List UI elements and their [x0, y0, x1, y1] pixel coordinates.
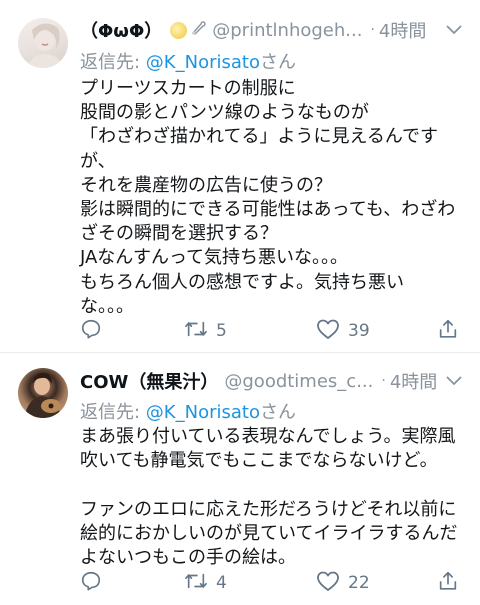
- tweet-text-line: それを農産物の広告に使うの？: [80, 174, 332, 196]
- share-icon: [437, 570, 459, 597]
- tweet-text-line: 股間の影とパンツ線のようなものが: [80, 102, 369, 124]
- reply-mention-link[interactable]: @K_Norisato: [146, 402, 260, 423]
- retweet-count: 4: [216, 573, 227, 593]
- tweet-actions: 4 22: [80, 568, 470, 598]
- like-button[interactable]: 22: [316, 568, 370, 598]
- tweet-header: （ΦωΦ） @printlnhogeh... · 4時間: [80, 15, 466, 45]
- avatar[interactable]: [18, 18, 68, 68]
- timestamp[interactable]: 4時間: [379, 17, 426, 43]
- retweet-button[interactable]: 5: [184, 316, 227, 346]
- retweet-button[interactable]: 4: [184, 568, 227, 598]
- reply-mention-link[interactable]: @K_Norisato: [146, 52, 260, 73]
- chevron-down-icon[interactable]: [442, 18, 466, 42]
- tweet-header: COW（無果汁） @goodtimes_c... · 4時間: [80, 366, 466, 396]
- separator-dot: ·: [381, 373, 386, 389]
- user-handle[interactable]: @printlnhogeh...: [212, 20, 362, 41]
- reply-button[interactable]: [80, 316, 110, 346]
- tweet-text-line: 「わざわざ描かれてる」ように見えるんです: [80, 126, 439, 148]
- reply-icon: [80, 318, 102, 345]
- tweet-text: まあ張り付いている表現なんでしょう。実際風 吹いても静電気でもここまでならないけ…: [80, 425, 472, 570]
- tweet-text-line: まあ張り付いている表現なんでしょう。実際風: [80, 426, 456, 447]
- share-icon: [437, 318, 459, 345]
- reply-prefix: 返信先:: [80, 52, 146, 73]
- heart-icon: [316, 570, 340, 597]
- display-name[interactable]: COW（無果汁）: [80, 368, 218, 394]
- tweet[interactable]: COW（無果汁） @goodtimes_c... · 4時間 返信先: @K_N…: [0, 353, 480, 605]
- full-moon-emoji: [170, 21, 188, 39]
- like-count: 22: [348, 573, 370, 593]
- reply-context: 返信先: @K_Norisatoさん: [80, 48, 296, 74]
- retweet-icon: [184, 318, 208, 345]
- chevron-down-icon[interactable]: [442, 369, 466, 393]
- reply-context: 返信先: @K_Norisatoさん: [80, 398, 296, 424]
- like-button[interactable]: 39: [316, 316, 370, 346]
- retweet-count: 5: [216, 321, 227, 341]
- tweet-text-line: 吹いても静電気でもここまでならないけど。: [80, 450, 438, 472]
- reply-icon: [80, 570, 102, 597]
- timestamp[interactable]: 4時間: [390, 368, 437, 394]
- tweet[interactable]: （ΦωΦ） @printlnhogeh... · 4時間 返信先: @K_Nor…: [0, 0, 480, 352]
- share-button[interactable]: [437, 568, 459, 598]
- user-handle[interactable]: @goodtimes_c...: [224, 371, 373, 392]
- like-count: 39: [348, 321, 370, 341]
- tweet-text-line: ざその瞬間を選択する？: [80, 223, 278, 245]
- reply-prefix: 返信先:: [80, 402, 146, 423]
- tweet-text-line: 影は瞬間的にできる可能性はあっても、わざわ: [80, 198, 456, 220]
- display-name[interactable]: （ΦωΦ）: [80, 17, 162, 43]
- tweet-text-line: JAなんすんって気持ち悪いな。。。: [80, 247, 349, 269]
- tweet-text: プリーツスカートの制服に 股間の影とパンツ線のようなものが 「わざわざ描かれてる…: [80, 77, 472, 319]
- tweet-text-line: もちろん個人の感想ですよ。気持ち悪い: [80, 271, 404, 293]
- tweet-text-line: プリーツスカートの制服に: [80, 78, 296, 99]
- avatar[interactable]: [18, 368, 68, 418]
- heart-icon: [316, 318, 340, 345]
- tweet-text-line: 絵的におかしいのが見ていてイライラするんだ: [80, 522, 458, 544]
- tweet-text-line: ファンのエロに応えた形だろうけどそれ以前に: [80, 498, 457, 520]
- reply-suffix: さん: [259, 402, 296, 423]
- share-button[interactable]: [437, 316, 459, 346]
- separator-dot: ·: [370, 22, 375, 38]
- reply-suffix: さん: [259, 52, 296, 73]
- tweet-actions: 5 39: [80, 316, 470, 346]
- safety-pin-emoji: [190, 20, 206, 40]
- tweet-text-line: よないつもこの手の絵は。: [80, 546, 296, 568]
- tweet-text-line: が、: [80, 150, 116, 172]
- retweet-icon: [184, 570, 208, 597]
- reply-button[interactable]: [80, 568, 110, 598]
